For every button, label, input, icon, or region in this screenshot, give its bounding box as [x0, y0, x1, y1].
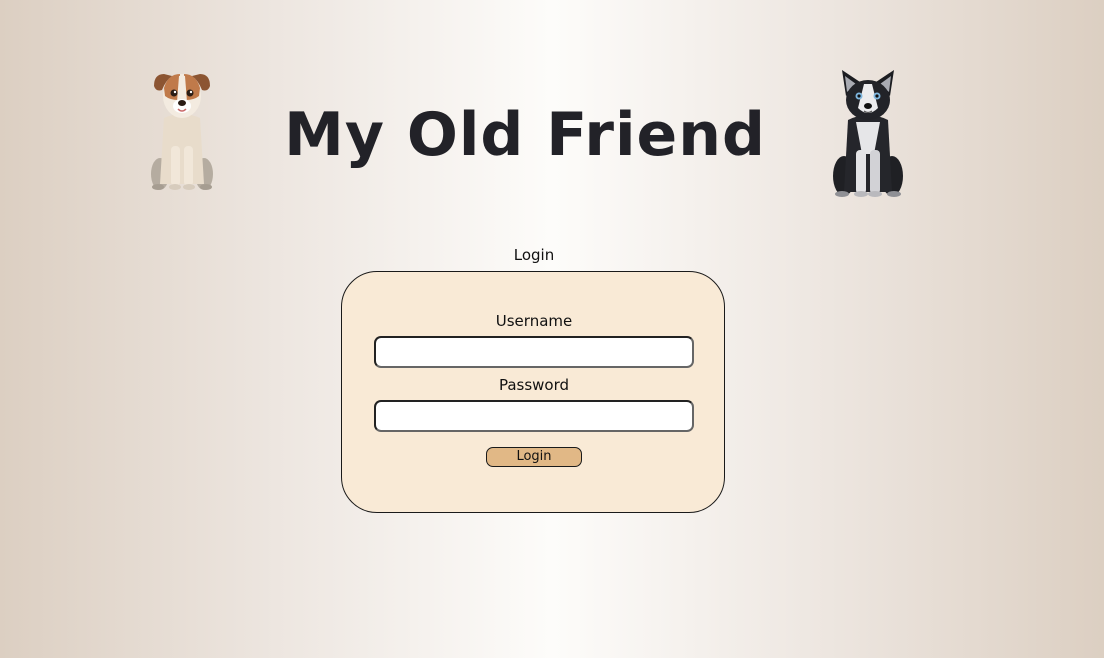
password-label: Password	[498, 376, 570, 394]
page-title: My Old Friend	[284, 100, 766, 170]
login-form: Username Password Login	[341, 271, 725, 513]
username-label: Username	[495, 312, 573, 330]
username-input[interactable]	[374, 336, 694, 368]
login-button[interactable]: Login	[486, 447, 582, 467]
password-input[interactable]	[374, 400, 694, 432]
login-heading: Login	[513, 246, 555, 264]
